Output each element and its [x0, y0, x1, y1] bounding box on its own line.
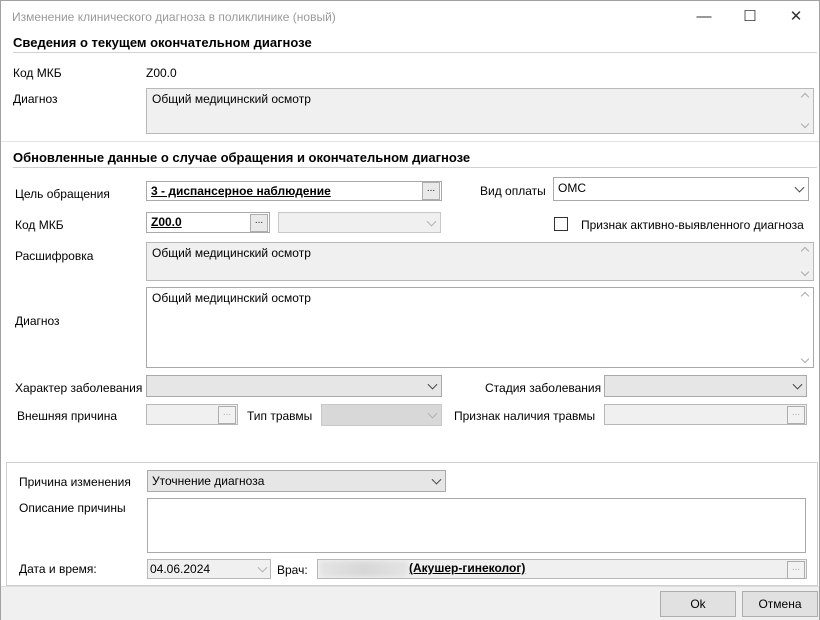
active-diagnosis-label: Признак активно-выявленного диагноза: [581, 218, 804, 232]
datetime-value: 04.06.2024: [150, 562, 211, 576]
current-diagnosis-value: Общий медицинский осмотр: [152, 92, 311, 106]
scroll-down-icon: [800, 267, 810, 277]
datetime-field[interactable]: 04.06.2024: [147, 559, 271, 579]
current-diagnosis-section-title: Сведения о текущем окончательном диагноз…: [13, 35, 312, 50]
description-label: Описание причины: [19, 501, 126, 515]
ok-button[interactable]: Ok: [660, 591, 736, 617]
scroll-down-icon: [800, 119, 810, 129]
decode-label: Расшифровка: [15, 249, 94, 263]
section-divider: [13, 52, 817, 53]
scroll-up-icon: [800, 92, 810, 102]
purpose-label: Цель обращения: [15, 187, 110, 201]
title-bar: Изменение клинического диагноза в поликл…: [1, 1, 819, 33]
mkb-select-button[interactable]: ...: [250, 214, 268, 232]
trauma-sign-button: ...: [787, 406, 805, 424]
datetime-label: Дата и время:: [19, 562, 97, 576]
chevron-down-icon: [426, 216, 437, 227]
diagnosis-scrollbar[interactable]: [799, 290, 811, 366]
mkb-extra-select: [278, 212, 441, 233]
active-diagnosis-checkbox[interactable]: [554, 217, 568, 231]
description-textarea[interactable]: [147, 498, 806, 553]
trauma-type-label: Тип травмы: [247, 409, 313, 423]
chevron-down-icon: [794, 182, 805, 193]
chevron-down-icon: [427, 379, 438, 390]
updated-mkb-label: Код МКБ: [15, 218, 64, 232]
current-diagnosis-scrollbar[interactable]: [799, 91, 811, 131]
updated-diagnosis-label: Диагноз: [15, 314, 60, 328]
chevron-down-icon: [792, 379, 803, 390]
doctor-select-button: ...: [787, 561, 805, 579]
scroll-up-icon: [800, 291, 810, 301]
dialog-footer: Ok Отмена: [1, 586, 819, 620]
reason-value: Уточнение диагноза: [152, 474, 265, 488]
purpose-select-button[interactable]: ...: [422, 182, 440, 200]
decode-field: Общий медицинский осмотр: [146, 242, 814, 281]
reason-select[interactable]: Уточнение диагноза: [147, 470, 446, 492]
updated-diagnosis-value: Общий медицинский осмотр: [152, 291, 311, 305]
doctor-label: Врач:: [277, 563, 308, 577]
current-diagnosis-field: Общий медицинский осмотр: [146, 88, 814, 134]
trauma-sign-label: Признак наличия травмы: [454, 409, 596, 423]
window-title: Изменение клинического диагноза в поликл…: [12, 10, 336, 24]
updated-diagnosis-field[interactable]: Общий медицинский осмотр: [146, 287, 814, 368]
updated-mkb-value: Z00.0: [151, 215, 182, 229]
maximize-icon: ☐: [743, 8, 757, 25]
stage-label: Стадия заболевания: [485, 381, 602, 395]
character-select[interactable]: [146, 375, 442, 397]
chevron-down-icon: [431, 474, 442, 485]
purpose-value: 3 - диспансерное наблюдение: [151, 184, 331, 198]
section-separator: [1, 141, 819, 142]
decode-value: Общий медицинский осмотр: [152, 246, 311, 260]
scroll-up-icon: [800, 246, 810, 256]
payment-value: ОМС: [558, 181, 586, 195]
trauma-type-select: [321, 404, 442, 426]
payment-select[interactable]: ОМС: [553, 177, 809, 201]
cancel-button[interactable]: Отмена: [742, 591, 818, 617]
current-diagnosis-label: Диагноз: [13, 92, 58, 106]
date-picker-button[interactable]: [254, 560, 270, 578]
trauma-sign-field: [604, 404, 807, 425]
external-cause-button: ...: [218, 406, 236, 424]
current-mkb-value: Z00.0: [146, 66, 177, 80]
character-label: Характер заболевания: [15, 381, 143, 395]
chevron-down-icon: [257, 562, 268, 573]
updated-section-title: Обновленные данные о случае обращения и …: [13, 150, 471, 165]
chevron-down-icon: [427, 408, 438, 419]
minimize-button[interactable]: —: [681, 1, 727, 33]
decode-scrollbar[interactable]: [799, 245, 811, 279]
external-cause-label: Внешняя причина: [17, 409, 118, 423]
current-mkb-label: Код МКБ: [13, 66, 62, 80]
scroll-down-icon: [800, 354, 810, 364]
redacted-name: [320, 561, 408, 577]
stage-select[interactable]: [604, 375, 807, 397]
reason-label: Причина изменения: [19, 475, 131, 489]
payment-label: Вид оплаты: [480, 184, 546, 198]
close-button[interactable]: ✕: [773, 1, 819, 33]
dialog-window: Изменение клинического диагноза в поликл…: [0, 0, 820, 620]
minimize-icon: —: [696, 8, 712, 25]
doctor-value: (Акушер-гинеколог): [409, 561, 526, 575]
doctor-field: (Акушер-гинеколог): [317, 559, 807, 579]
section-divider: [13, 167, 817, 168]
purpose-field[interactable]: 3 - диспансерное наблюдение: [146, 181, 442, 201]
maximize-button[interactable]: ☐: [727, 1, 773, 33]
close-icon: ✕: [789, 8, 803, 25]
